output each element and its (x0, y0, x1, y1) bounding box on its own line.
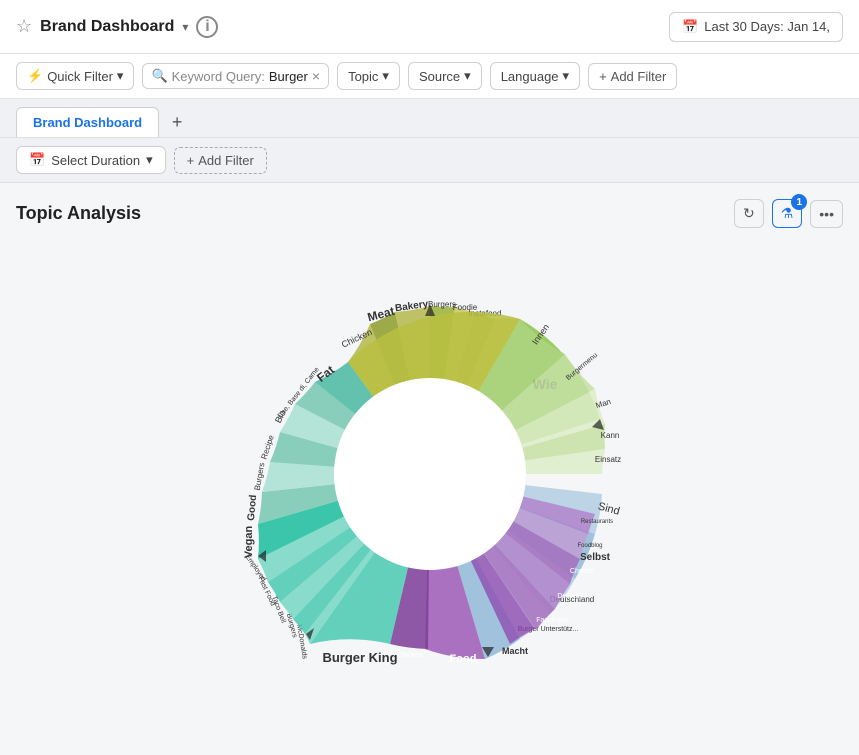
duration-bar: 📅 Select Duration ▾ + Add Filter (0, 138, 859, 183)
duration-add-label: Add Filter (198, 153, 254, 168)
keyword-label: Keyword Query: (172, 69, 265, 84)
search-icon: 🔍 (151, 68, 167, 84)
filter-bar: ⚡ Quick Filter ▾ 🔍 Keyword Query: Burger… (0, 54, 859, 99)
keyword-clear-button[interactable]: × (312, 69, 320, 83)
topic-filter-button[interactable]: Topic ▾ (337, 62, 400, 90)
svg-text:Einsatz: Einsatz (594, 455, 620, 464)
select-duration-button[interactable]: 📅 Select Duration ▾ (16, 146, 166, 174)
section-actions: ↻ ⚗ 1 ••• (734, 199, 843, 228)
svg-text:Burger King: Burger King (322, 650, 397, 665)
filter-active-button[interactable]: ⚗ 1 (772, 199, 803, 228)
svg-text:Vegan: Vegan (243, 526, 255, 559)
add-filter-button[interactable]: + Add Filter (588, 63, 677, 90)
svg-text:Chicken: Chicken (397, 652, 422, 659)
top-bar-right: 📅 Last 30 Days: Jan 14, (669, 12, 843, 42)
more-options-button[interactable]: ••• (810, 200, 843, 228)
svg-text:Delivery: Delivery (557, 593, 583, 600)
source-label: Source (419, 69, 460, 84)
svg-text:Sind: Sind (596, 500, 620, 517)
svg-text:Macht: Macht (501, 646, 527, 656)
topic-label: Topic (348, 69, 378, 84)
svg-text:Foodblog: Foodblog (577, 543, 602, 549)
svg-text:Restaurants: Restaurants (580, 519, 612, 525)
main-content: Topic Analysis ↻ ⚗ 1 ••• (0, 183, 859, 720)
tab-bar: Brand Dashboard + (0, 99, 859, 138)
topic-analysis-chart: Wie Innen Burgermenu Man Kann Einsatz (180, 244, 680, 704)
topic-chevron-icon: ▾ (382, 68, 389, 84)
duration-label: Select Duration (51, 153, 140, 168)
svg-text:Kann: Kann (600, 431, 619, 440)
info-button[interactable]: i (196, 16, 218, 38)
filter-icon: ⚡ (27, 68, 43, 84)
calendar-small-icon: 📅 (29, 152, 45, 168)
tab-brand-dashboard[interactable]: Brand Dashboard (16, 107, 159, 137)
filter-badge: 1 (791, 194, 807, 210)
svg-text:Selbst: Selbst (579, 552, 610, 563)
chart-area: Wie Innen Burgermenu Man Kann Einsatz (16, 244, 843, 704)
svg-text:Good: Good (245, 494, 258, 521)
star-button[interactable]: ☆ (16, 16, 32, 37)
title-chevron-button[interactable]: ▾ (182, 20, 188, 34)
plus-icon: + (599, 69, 607, 84)
refresh-icon: ↻ (743, 205, 755, 222)
calendar-icon: 📅 (682, 19, 698, 35)
ellipsis-icon: ••• (819, 206, 834, 222)
language-filter-button[interactable]: Language ▾ (490, 62, 580, 90)
tab-label: Brand Dashboard (33, 115, 142, 130)
duration-chevron-icon: ▾ (146, 152, 153, 168)
funnel-icon: ⚗ (781, 205, 794, 222)
language-chevron-icon: ▾ (563, 68, 570, 84)
date-range-button[interactable]: 📅 Last 30 Days: Jan 14, (669, 12, 843, 42)
add-tab-button[interactable]: + (163, 108, 191, 136)
language-label: Language (501, 69, 559, 84)
quick-filter-button[interactable]: ⚡ Quick Filter ▾ (16, 62, 134, 90)
svg-text:Man: Man (594, 397, 612, 410)
quick-filter-label: Quick Filter (47, 69, 113, 84)
keyword-query-pill: 🔍 Keyword Query: Burger × (142, 63, 329, 89)
section-header: Topic Analysis ↻ ⚗ 1 ••• (16, 199, 843, 228)
top-bar-left: ☆ Brand Dashboard ▾ i (16, 16, 218, 38)
svg-text:Cheese: Cheese (569, 568, 593, 575)
duration-add-filter-button[interactable]: + Add Filter (174, 147, 267, 174)
add-filter-label: Add Filter (611, 69, 667, 84)
duration-plus-icon: + (187, 153, 195, 168)
source-filter-button[interactable]: Source ▾ (408, 62, 482, 90)
svg-text:Food: Food (449, 653, 476, 665)
section-title: Topic Analysis (16, 203, 141, 224)
quick-filter-chevron-icon: ▾ (117, 68, 124, 84)
refresh-button[interactable]: ↻ (734, 199, 764, 228)
keyword-value: Burger (269, 69, 308, 84)
svg-text:Fast Food: Fast Food (536, 617, 568, 624)
top-bar: ☆ Brand Dashboard ▾ i 📅 Last 30 Days: Ja… (0, 0, 859, 54)
source-chevron-icon: ▾ (464, 68, 471, 84)
page-title: Brand Dashboard (40, 18, 174, 36)
date-label: Last 30 Days: Jan 14, (704, 19, 830, 34)
